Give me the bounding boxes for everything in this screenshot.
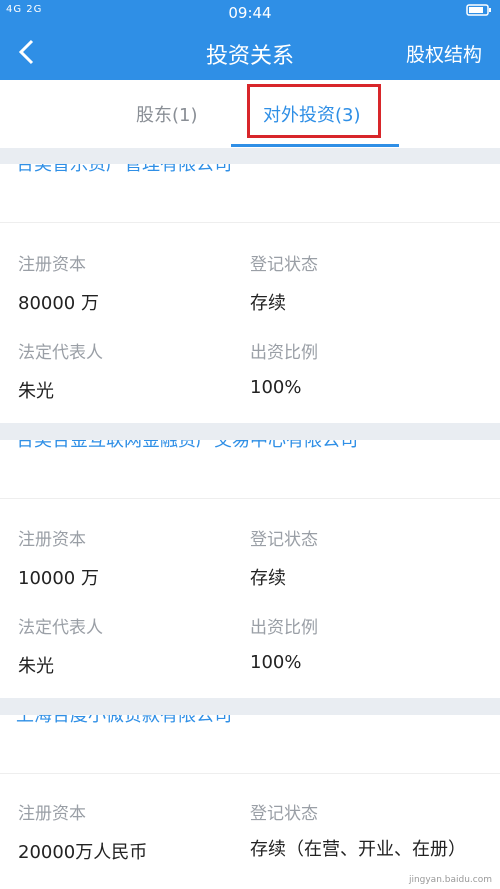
registered-capital-label: 注册资本 — [18, 804, 86, 824]
company-name[interactable]: 合美合金互联网金融资产交易中心有限公司 — [16, 440, 358, 454]
status-value: 存续 — [250, 568, 286, 589]
company-name[interactable]: 上海合度小微贷款有限公司 — [16, 715, 232, 729]
status-label: 登记状态 — [250, 530, 318, 550]
tab-bar: 股东(1) 对外投资(3) — [0, 80, 500, 148]
status-value: 存续（在营、开业、在册） — [250, 839, 466, 860]
ratio-label: 出资比例 — [250, 618, 318, 638]
annotation-highlight-box — [247, 84, 381, 138]
legal-rep-label: 法定代表人 — [18, 343, 103, 363]
active-tab-indicator — [231, 144, 399, 147]
registered-capital-value: 20000万人民币 — [18, 842, 148, 863]
divider — [0, 222, 500, 223]
status-label: 登记状态 — [250, 255, 318, 275]
company-name[interactable]: 合美普乐资产管理有限公司 — [16, 164, 232, 178]
tab-shareholders[interactable]: 股东(1) — [136, 101, 198, 127]
registered-capital-value: 10000 万 — [18, 568, 99, 589]
registered-capital-label: 注册资本 — [18, 530, 86, 550]
divider — [0, 773, 500, 774]
legal-rep-value: 朱光 — [18, 656, 54, 677]
divider — [0, 498, 500, 499]
investment-card[interactable]: 合美合金互联网金融资产交易中心有限公司 注册资本 登记状态 10000 万 存续… — [0, 440, 500, 698]
status-icons — [466, 3, 492, 21]
status-bar: 4G 2G 09:44 — [0, 0, 500, 26]
investment-card[interactable]: 合美普乐资产管理有限公司 注册资本 登记状态 80000 万 存续 法定代表人 … — [0, 164, 500, 423]
status-value: 存续 — [250, 293, 286, 314]
equity-structure-button[interactable]: 股权结构 — [406, 40, 482, 67]
ratio-value: 100% — [250, 377, 302, 398]
status-label: 登记状态 — [250, 804, 318, 824]
ratio-label: 出资比例 — [250, 343, 318, 363]
investment-card[interactable]: 上海合度小微贷款有限公司 注册资本 登记状态 20000万人民币 存续（在营、开… — [0, 715, 500, 889]
legal-rep-value: 朱光 — [18, 381, 54, 402]
legal-rep-label: 法定代表人 — [18, 618, 103, 638]
watermark: jingyan.baidu.com — [408, 875, 492, 885]
registered-capital-label: 注册资本 — [18, 255, 86, 275]
status-time: 09:44 — [228, 4, 272, 22]
ratio-value: 100% — [250, 652, 302, 673]
battery-icon — [466, 4, 491, 16]
nav-bar: 投资关系 股权结构 — [0, 26, 500, 80]
registered-capital-value: 80000 万 — [18, 293, 99, 314]
